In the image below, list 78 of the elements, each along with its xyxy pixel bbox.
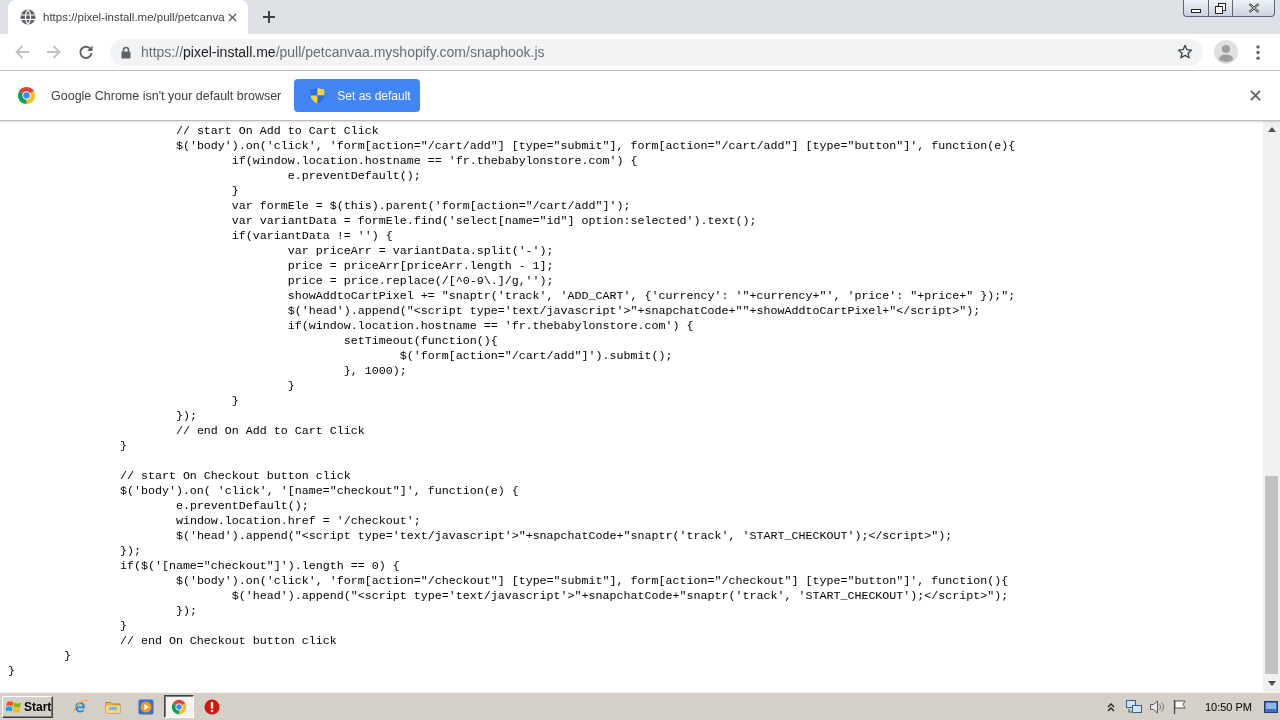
code-line: $('body').on('click', 'form[action="/cart/add"] [type="submit"], form[action="/cart/add"] [type="button"]', function(e){ [175, 139, 1016, 153]
code-line: } [63, 649, 71, 663]
code-line: }, 1000); [343, 364, 407, 378]
lock-icon [121, 45, 131, 59]
scrollbar-thumb[interactable] [1265, 476, 1278, 674]
back-arrow-icon [14, 44, 30, 60]
code-line: } [287, 379, 295, 393]
code-line: price = price.replace(/[^0-9\.]/g,''); [287, 274, 554, 288]
infobar-message: Google Chrome isn't your default browser [51, 88, 282, 103]
close-icon [1249, 90, 1261, 101]
star-icon [1177, 44, 1193, 60]
code-line: $('head').append("<script type='text/javascript'>"+snapchatCode+""+showAddtoCartPixel+"</script>"); [287, 304, 981, 318]
code-line: } [119, 439, 127, 453]
network-icon[interactable] [1125, 698, 1142, 715]
code-line: var priceArr = variantData.split('-'); [287, 244, 554, 258]
code-line: $('head').append("<script type='text/javascript'>"+snapchatCode+"snaptr('track', 'START_CHECKOUT');</script>"); [231, 589, 1009, 603]
address-bar[interactable]: https://pixel-install.me/pull/petcanvaa.myshopify.com/snaphook.js [110, 38, 1203, 66]
triangle-down-icon [1267, 681, 1276, 686]
globe-icon [20, 9, 36, 25]
code-line: }); [175, 409, 197, 423]
taskbar-app-button[interactable] [164, 695, 194, 718]
code-line: e.preventDefault(); [175, 499, 309, 513]
chevron-up-icon [1106, 701, 1115, 712]
show-desktop-icon[interactable] [1264, 700, 1278, 713]
plus-icon [263, 11, 275, 23]
avatar-icon [1214, 40, 1238, 64]
close-infobar-button[interactable] [1247, 87, 1263, 104]
taskbar-clock[interactable]: 10:50 PM [1204, 700, 1252, 713]
code-line: price = priceArr[priceArr.length - 1]; [287, 259, 554, 273]
code-line: if(window.location.hostname == 'fr.thebabylonstore.com') { [231, 154, 638, 168]
forward-arrow-icon [46, 44, 62, 60]
code-line: showAddtoCartPixel += "snaptr('track', 'ADD_CART', {'currency': '"+currency+"', 'price': "+price+" });"; [287, 289, 1016, 303]
code-line: $('body').on('click', 'form[action="/checkout"] [type="submit"], form[action="/checkout"] [type="button"]', function(){ [175, 574, 1009, 588]
menu-icon [1256, 44, 1260, 60]
windows-flag-icon [6, 699, 22, 714]
triangle-up-icon [1267, 127, 1276, 132]
minimize-button[interactable] [1183, 0, 1209, 17]
speaker-icon[interactable] [1148, 698, 1165, 715]
code-line: var formEle = $(this).parent('form[action="/cart/add"]'); [231, 199, 631, 213]
code-line: if($('[name="checkout"]').length == 0) { [119, 559, 400, 573]
code-line: // start On Add to Cart Click [175, 124, 379, 138]
chrome-icon [17, 86, 36, 105]
close-icon [1247, 3, 1260, 13]
flag-icon[interactable] [1171, 698, 1188, 715]
profile-button[interactable] [1214, 40, 1238, 64]
code-line: } [231, 394, 239, 408]
code-line: $('form[action="/cart/add"]').submit(); [399, 349, 673, 363]
code-line: $('body').on( 'click', '[name="checkout"]', function(e) { [119, 484, 519, 498]
code-line: // end On Checkout button click [119, 634, 337, 648]
start-button[interactable]: Start [2, 695, 53, 718]
code-line: } [8, 664, 15, 678]
restore-button[interactable] [1209, 0, 1233, 17]
play-icon [138, 698, 154, 715]
code-line: window.location.href = '/checkout'; [175, 514, 421, 528]
close-icon [228, 12, 238, 22]
close-window-button[interactable] [1233, 0, 1275, 17]
code-line: } [231, 184, 239, 198]
code-line: } [119, 619, 127, 633]
minimize-icon [1191, 9, 1201, 13]
code-line: var variantData = formEle.find('select[name="id"] option:selected').text(); [231, 214, 757, 228]
browser-tab[interactable]: https://pixel-install.me/pull/petcanva [8, 0, 248, 34]
code-line: }); [119, 544, 141, 558]
set-default-button[interactable]: Set as default [294, 79, 421, 112]
reload-icon [78, 44, 94, 60]
code-line: $('head').append("<script type='text/javascript'>"+snapchatCode+"snaptr('track', 'START_CHECKOUT');</script>"); [175, 529, 953, 543]
code-line: // start On Checkout button click [119, 469, 351, 483]
exclamation-icon [204, 698, 220, 715]
code-line: // end On Add to Cart Click [175, 424, 365, 438]
shield-icon [310, 87, 326, 104]
code-line: setTimeout(function(){ [343, 334, 498, 348]
restore-icon [1215, 2, 1226, 14]
code-line: if(window.location.hostname == 'fr.thebabylonstore.com') { [287, 319, 694, 333]
bookmark-button[interactable] [1176, 43, 1194, 61]
chrome-icon [171, 698, 187, 715]
code-line: }); [175, 604, 197, 618]
letter-e-icon [72, 698, 88, 715]
code-line: e.preventDefault(); [287, 169, 421, 183]
code-line: if(variantData != '') { [231, 229, 393, 243]
